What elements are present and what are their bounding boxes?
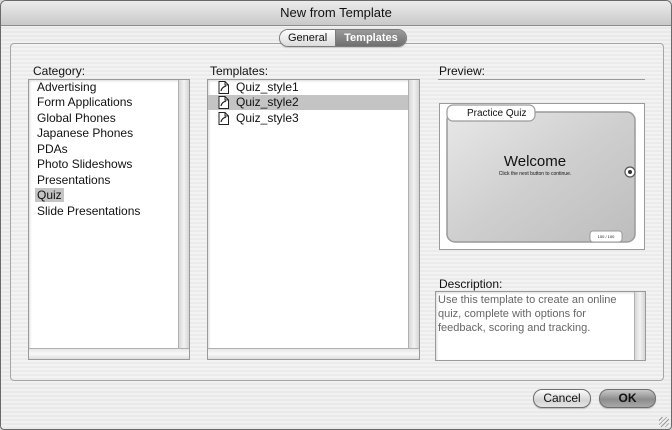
category-item-advertising[interactable]: Advertising <box>29 80 98 95</box>
description-label: Description: <box>439 277 503 291</box>
template-item-quiz-style2[interactable]: Quiz_style2 <box>208 95 409 110</box>
window-title: New from Template <box>1 1 671 26</box>
category-item-quiz[interactable]: Quiz <box>29 188 64 203</box>
category-label: Category: <box>33 64 86 78</box>
templates-label: Templates: <box>210 64 269 78</box>
preview-counter: 100 / 100 <box>597 234 615 239</box>
category-vertical-scrollbar[interactable] <box>178 80 189 349</box>
description-scrollbar[interactable] <box>634 292 645 360</box>
new-from-template-window: New from Template Category: Advertising … <box>0 0 672 430</box>
description-box: Use this template to create an online qu… <box>435 291 646 361</box>
description-text: Use this template to create an online qu… <box>438 294 617 334</box>
category-item-global-phones[interactable]: Global Phones <box>29 111 118 126</box>
preview-label: Preview: <box>439 64 486 78</box>
cancel-button[interactable]: Cancel <box>533 389 591 408</box>
resize-grip[interactable] <box>659 417 669 427</box>
ok-button[interactable]: OK <box>599 389 656 408</box>
preview-divider <box>438 79 645 80</box>
tab-general[interactable]: General <box>280 30 336 46</box>
templates-panel: Category: Advertising Form Applications … <box>10 43 664 381</box>
flash-document-icon <box>218 112 229 125</box>
templates-vertical-scrollbar[interactable] <box>408 80 419 349</box>
template-item-quiz-style3[interactable]: Quiz_style3 <box>208 111 409 126</box>
preview-subtext: Click the next button to continue. <box>498 171 572 177</box>
preview-heading: Welcome <box>503 153 567 170</box>
tab-templates[interactable]: Templates <box>335 30 406 46</box>
templates-list[interactable]: Quiz_style1 Quiz_style2 Quiz_style3 <box>207 79 420 360</box>
category-item-japanese-phones[interactable]: Japanese Phones <box>29 126 135 141</box>
category-item-slide-presentations[interactable]: Slide Presentations <box>29 204 142 219</box>
category-item-form-applications[interactable]: Form Applications <box>29 95 134 110</box>
category-horizontal-scrollbar[interactable] <box>29 348 189 359</box>
category-list[interactable]: Advertising Form Applications Global Pho… <box>28 79 190 360</box>
flash-document-icon <box>218 81 229 94</box>
tab-bar: General Templates <box>279 29 407 47</box>
templates-horizontal-scrollbar[interactable] <box>208 348 419 359</box>
category-item-photo-slideshows[interactable]: Photo Slideshows <box>29 157 134 172</box>
template-item-quiz-style1[interactable]: Quiz_style1 <box>208 80 409 95</box>
preview-tab-title: Practice Quiz <box>467 108 527 119</box>
template-preview: Practice Quiz Welcome Click the next but… <box>439 103 645 250</box>
category-item-pdas[interactable]: PDAs <box>29 142 70 157</box>
flash-document-icon <box>218 96 229 109</box>
category-item-presentations[interactable]: Presentations <box>29 173 112 188</box>
